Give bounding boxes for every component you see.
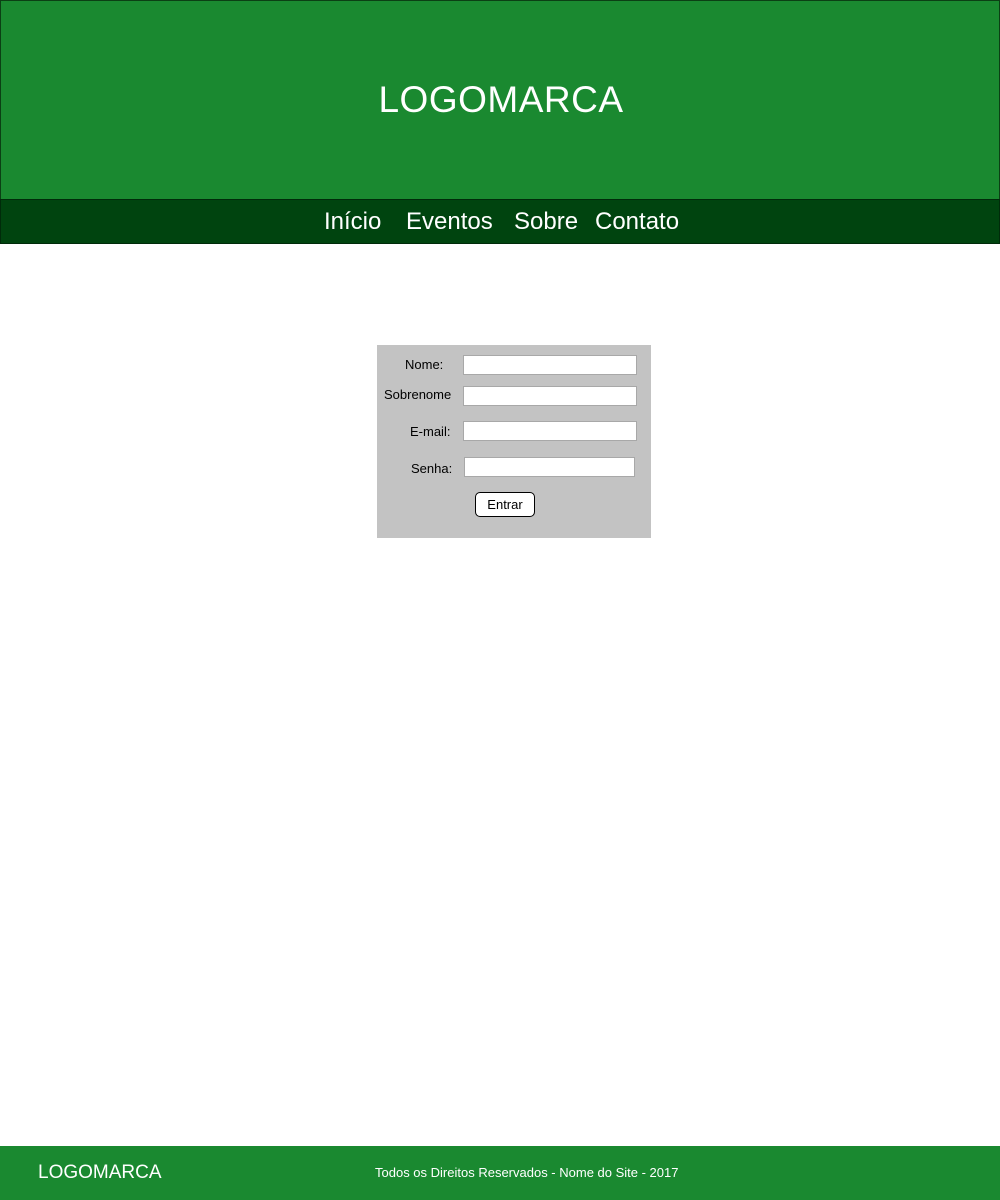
senha-input[interactable] <box>464 457 635 477</box>
entrar-button[interactable]: Entrar <box>475 492 535 517</box>
sobrenome-input[interactable] <box>463 386 637 406</box>
site-footer: LOGOMARCA Todos os Direitos Reservados -… <box>0 1146 1000 1200</box>
sobrenome-label: Sobrenome <box>384 387 452 402</box>
site-logo[interactable]: LOGOMARCA <box>1 77 1000 123</box>
footer-copyright: Todos os Direitos Reservados - Nome do S… <box>375 1165 679 1180</box>
main-nav: Início Eventos Sobre Contato <box>0 199 1000 244</box>
nav-item-inicio[interactable]: Início <box>324 204 381 240</box>
nav-item-sobre[interactable]: Sobre <box>514 204 578 240</box>
page: LOGOMARCA Início Eventos Sobre Contato N… <box>0 0 1000 1200</box>
senha-label: Senha: <box>411 461 453 476</box>
nome-label: Nome: <box>405 357 444 372</box>
footer-logo[interactable]: LOGOMARCA <box>38 1161 162 1185</box>
email-input[interactable] <box>463 421 637 441</box>
email-label: E-mail: <box>410 424 451 439</box>
nav-item-contato[interactable]: Contato <box>595 204 679 240</box>
site-header: LOGOMARCA <box>0 0 1000 200</box>
nome-input[interactable] <box>463 355 637 375</box>
nav-item-eventos[interactable]: Eventos <box>406 204 493 240</box>
